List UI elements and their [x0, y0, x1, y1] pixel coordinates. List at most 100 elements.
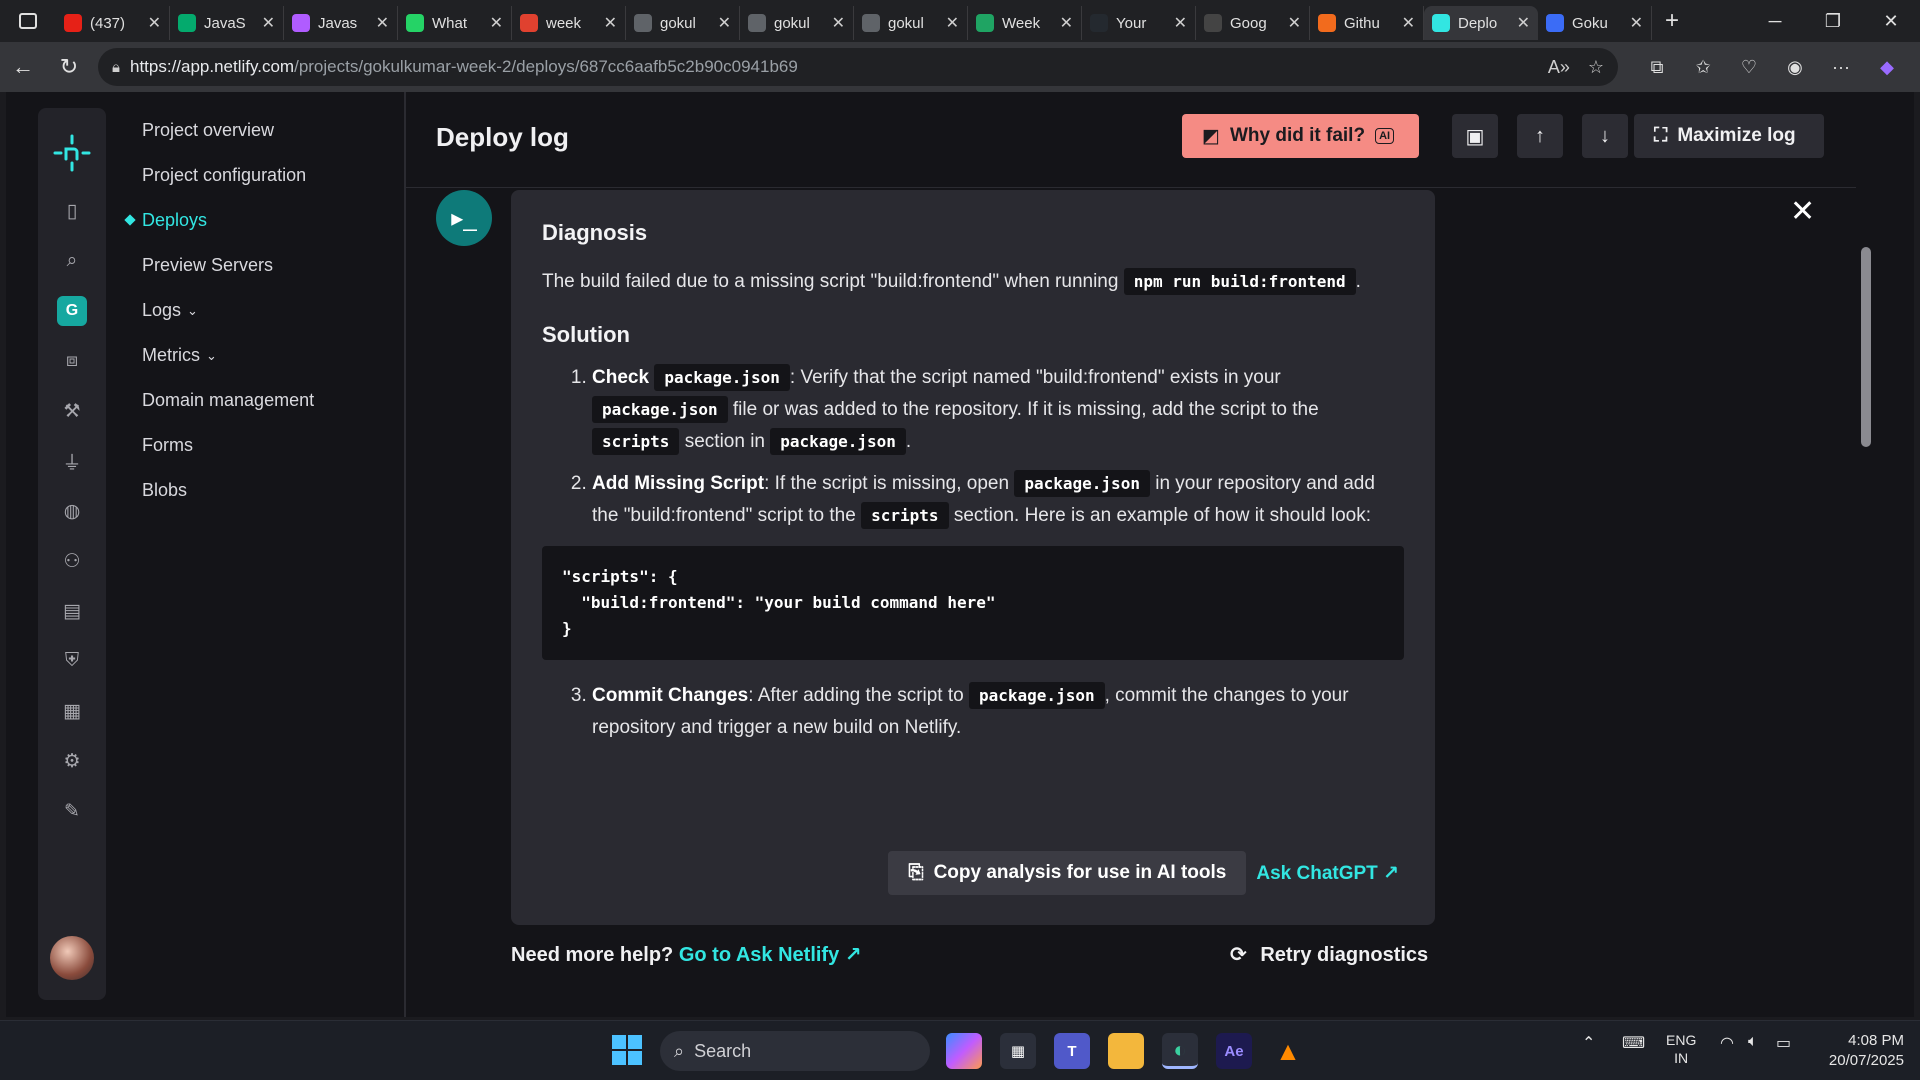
- scroll-top-button[interactable]: ↑: [1517, 114, 1563, 158]
- sidebar-item-forms[interactable]: Forms: [108, 423, 408, 468]
- url-bar[interactable]: 🔒︎ https://app.netlify.com/projects/goku…: [98, 48, 1618, 86]
- scrollbar-thumb[interactable]: [1861, 247, 1871, 447]
- new-tab-button[interactable]: +: [1652, 7, 1692, 35]
- close-tab-icon[interactable]: ✕: [148, 13, 161, 33]
- sidebar-item-project-overview[interactable]: Project overview: [108, 108, 408, 153]
- close-tab-icon[interactable]: ✕: [604, 13, 617, 33]
- domains-globe-icon[interactable]: ◍: [55, 494, 89, 528]
- read-aloud-icon[interactable]: A»: [1548, 57, 1570, 78]
- close-tab-icon[interactable]: ✕: [1060, 13, 1073, 33]
- close-tab-icon[interactable]: ✕: [1517, 13, 1530, 33]
- browser-tab[interactable]: (437) ✕: [56, 6, 170, 40]
- billing-icon[interactable]: ▦: [55, 694, 89, 728]
- more-menu-icon[interactable]: ···: [1818, 48, 1864, 86]
- volume-icon[interactable]: 🔈︎: [1748, 1033, 1758, 1051]
- file-explorer-icon[interactable]: [1108, 1033, 1144, 1069]
- copilot-app-icon[interactable]: [946, 1033, 982, 1069]
- close-tab-icon[interactable]: ✕: [1288, 13, 1301, 33]
- favorites-icon[interactable]: ✩: [1680, 48, 1726, 86]
- store-app-icon[interactable]: ▦: [1000, 1033, 1036, 1069]
- close-tab-icon[interactable]: ✕: [946, 13, 959, 33]
- projects-icon[interactable]: ⧈: [55, 344, 89, 378]
- close-tab-icon[interactable]: ✕: [718, 13, 731, 33]
- retry-diagnostics-button[interactable]: ⟳ Retry diagnostics: [1230, 942, 1428, 967]
- members-icon[interactable]: ⚇: [55, 544, 89, 578]
- language-indicator[interactable]: ENG IN: [1666, 1031, 1696, 1067]
- example-code-block[interactable]: "scripts": { "build:frontend": "your bui…: [542, 546, 1404, 660]
- openai-icon: [1204, 14, 1222, 32]
- restore-button[interactable]: ❐: [1804, 0, 1862, 42]
- why-did-it-fail-button[interactable]: ◩ Why did it fail? AI: [1182, 114, 1419, 158]
- youtube-icon: [64, 14, 82, 32]
- minimize-button[interactable]: ─: [1746, 0, 1804, 42]
- back-button[interactable]: ←: [0, 44, 46, 90]
- close-diagnosis-button[interactable]: ✕: [1790, 194, 1815, 229]
- close-tab-icon[interactable]: ✕: [1402, 13, 1415, 33]
- vlc-app-icon[interactable]: ▲: [1270, 1033, 1306, 1069]
- teams-app-icon[interactable]: T: [1054, 1033, 1090, 1069]
- browser-tab[interactable]: Week ✕: [968, 6, 1082, 40]
- search-icon[interactable]: ⌕: [55, 244, 89, 278]
- close-tab-icon[interactable]: ✕: [490, 13, 503, 33]
- ask-netlify-link[interactable]: Go to Ask Netlify ↗: [679, 944, 862, 966]
- settings-gear-icon[interactable]: ⚙: [55, 744, 89, 778]
- builds-icon[interactable]: ⚒: [55, 394, 89, 428]
- close-tab-icon[interactable]: ✕: [376, 13, 389, 33]
- close-window-button[interactable]: ✕: [1862, 0, 1920, 42]
- close-tab-icon[interactable]: ✕: [832, 13, 845, 33]
- after-effects-icon[interactable]: Ae: [1216, 1033, 1252, 1069]
- browser-tab[interactable]: Deplo ✕: [1424, 6, 1538, 40]
- edit-pencil-icon[interactable]: ✎: [55, 794, 89, 828]
- browser-tab[interactable]: Javas ✕: [284, 6, 398, 40]
- browser-tab[interactable]: week ✕: [512, 6, 626, 40]
- profile-icon[interactable]: ◉: [1772, 48, 1818, 86]
- sidebar-item-logs[interactable]: Logs ⌄: [108, 288, 408, 333]
- tab-actions-button[interactable]: [0, 0, 56, 42]
- netlify-logo-icon[interactable]: [38, 128, 106, 178]
- taskbar-search[interactable]: ⌕ Search: [660, 1031, 930, 1071]
- ask-chatgpt-link[interactable]: Ask ChatGPT ↗: [1256, 862, 1399, 885]
- close-tab-icon[interactable]: ✕: [262, 13, 275, 33]
- url-path: /projects/gokulkumar-week-2/deploys/687c…: [294, 57, 798, 76]
- page-scrollbar[interactable]: [1856, 92, 1876, 1017]
- integrations-icon[interactable]: ⏚: [55, 444, 89, 478]
- browser-tab[interactable]: gokul ✕: [626, 6, 740, 40]
- browser-tab[interactable]: Your ✕: [1082, 6, 1196, 40]
- browser-essentials-icon[interactable]: ♡: [1726, 48, 1772, 86]
- battery-icon[interactable]: ▭: [1776, 1033, 1791, 1053]
- browser-tab[interactable]: JavaS ✕: [170, 6, 284, 40]
- browser-tab[interactable]: gokul ✕: [740, 6, 854, 40]
- wifi-icon[interactable]: ◠: [1720, 1033, 1734, 1053]
- sidebar-item-deploys[interactable]: Deploys: [108, 198, 408, 243]
- browser-tab[interactable]: Goog ✕: [1196, 6, 1310, 40]
- tray-chevron-icon[interactable]: ⌃: [1582, 1033, 1595, 1053]
- close-tab-icon[interactable]: ✕: [1174, 13, 1187, 33]
- keyboard-icon[interactable]: ⌨: [1622, 1033, 1645, 1053]
- security-shield-icon[interactable]: ⛨: [55, 644, 89, 678]
- sidebar-item-domain-management[interactable]: Domain management: [108, 378, 408, 423]
- team-avatar[interactable]: G: [57, 296, 87, 326]
- refresh-button[interactable]: ↻: [46, 44, 92, 90]
- extensions-icon[interactable]: ⧉: [1634, 48, 1680, 86]
- sidebar-item-project-configuration[interactable]: Project configuration: [108, 153, 408, 198]
- browser-tab[interactable]: Goku ✕: [1538, 6, 1652, 40]
- user-avatar[interactable]: [50, 936, 94, 980]
- browser-tab[interactable]: gokul ✕: [854, 6, 968, 40]
- copy-analysis-button[interactable]: ⎘ Copy analysis for use in AI tools: [888, 851, 1247, 895]
- browser-tab[interactable]: What ✕: [398, 6, 512, 40]
- maximize-log-button[interactable]: ⛶ Maximize log: [1634, 114, 1824, 158]
- system-clock[interactable]: 4:08 PM 20/07/2025: [1818, 1031, 1904, 1071]
- edge-app-icon[interactable]: ◐: [1162, 1033, 1198, 1069]
- sidebar-toggle-icon[interactable]: ▯: [55, 194, 89, 228]
- sidebar-item-preview-servers[interactable]: Preview Servers: [108, 243, 408, 288]
- scroll-bottom-button[interactable]: ↓: [1582, 114, 1628, 158]
- windows-start-icon[interactable]: [612, 1035, 642, 1065]
- close-tab-icon[interactable]: ✕: [1630, 13, 1643, 33]
- sidebar-item-blobs[interactable]: Blobs: [108, 468, 408, 513]
- copy-log-button[interactable]: ▣: [1452, 114, 1498, 158]
- sidebar-item-metrics[interactable]: Metrics ⌄: [108, 333, 408, 378]
- favorite-star-icon[interactable]: ☆: [1588, 57, 1604, 78]
- browser-tab[interactable]: Githu ✕: [1310, 6, 1424, 40]
- copilot-icon[interactable]: ◆: [1864, 48, 1910, 86]
- audit-log-icon[interactable]: ▤: [55, 594, 89, 628]
